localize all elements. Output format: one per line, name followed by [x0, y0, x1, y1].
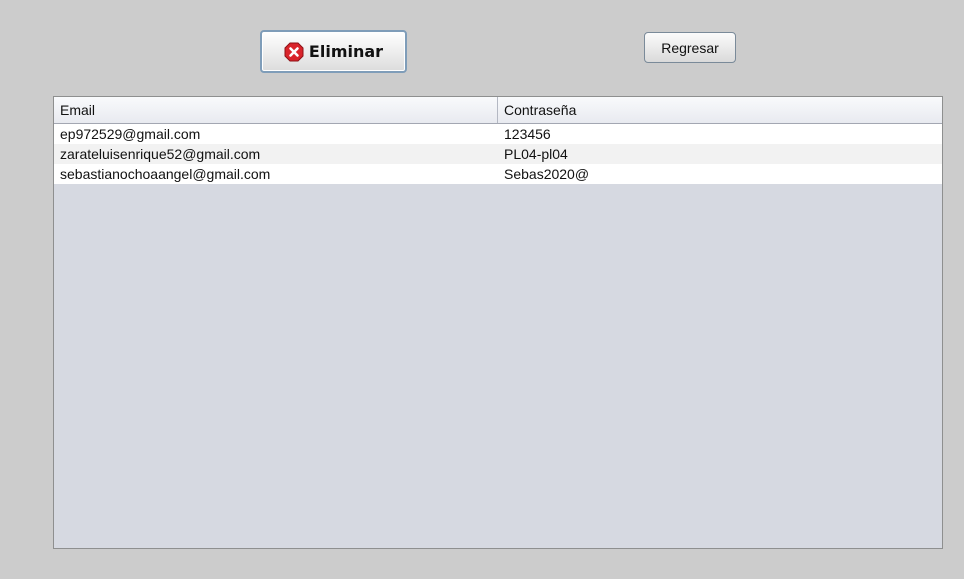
delete-button-label: Eliminar — [308, 42, 384, 61]
users-table[interactable]: Email Contraseña ep972529@gmail.com 1234… — [53, 96, 943, 549]
table-header: Email Contraseña — [54, 97, 942, 124]
cell-password[interactable]: PL04-pl04 — [498, 146, 942, 162]
cell-password[interactable]: Sebas2020@ — [498, 166, 942, 182]
cell-email[interactable]: zarateluisenrique52@gmail.com — [54, 146, 498, 162]
table-row[interactable]: sebastianochoaangel@gmail.com Sebas2020@ — [54, 164, 942, 184]
column-header-password[interactable]: Contraseña — [498, 97, 942, 123]
table-row[interactable]: ep972529@gmail.com 123456 — [54, 124, 942, 144]
table-row[interactable]: zarateluisenrique52@gmail.com PL04-pl04 — [54, 144, 942, 164]
column-header-email[interactable]: Email — [54, 97, 498, 123]
cell-email[interactable]: ep972529@gmail.com — [54, 126, 498, 142]
cell-password[interactable]: 123456 — [498, 126, 942, 142]
delete-button[interactable]: Eliminar — [260, 30, 407, 73]
delete-x-icon — [284, 42, 304, 62]
cell-email[interactable]: sebastianochoaangel@gmail.com — [54, 166, 498, 182]
back-button[interactable]: Regresar — [644, 32, 736, 63]
